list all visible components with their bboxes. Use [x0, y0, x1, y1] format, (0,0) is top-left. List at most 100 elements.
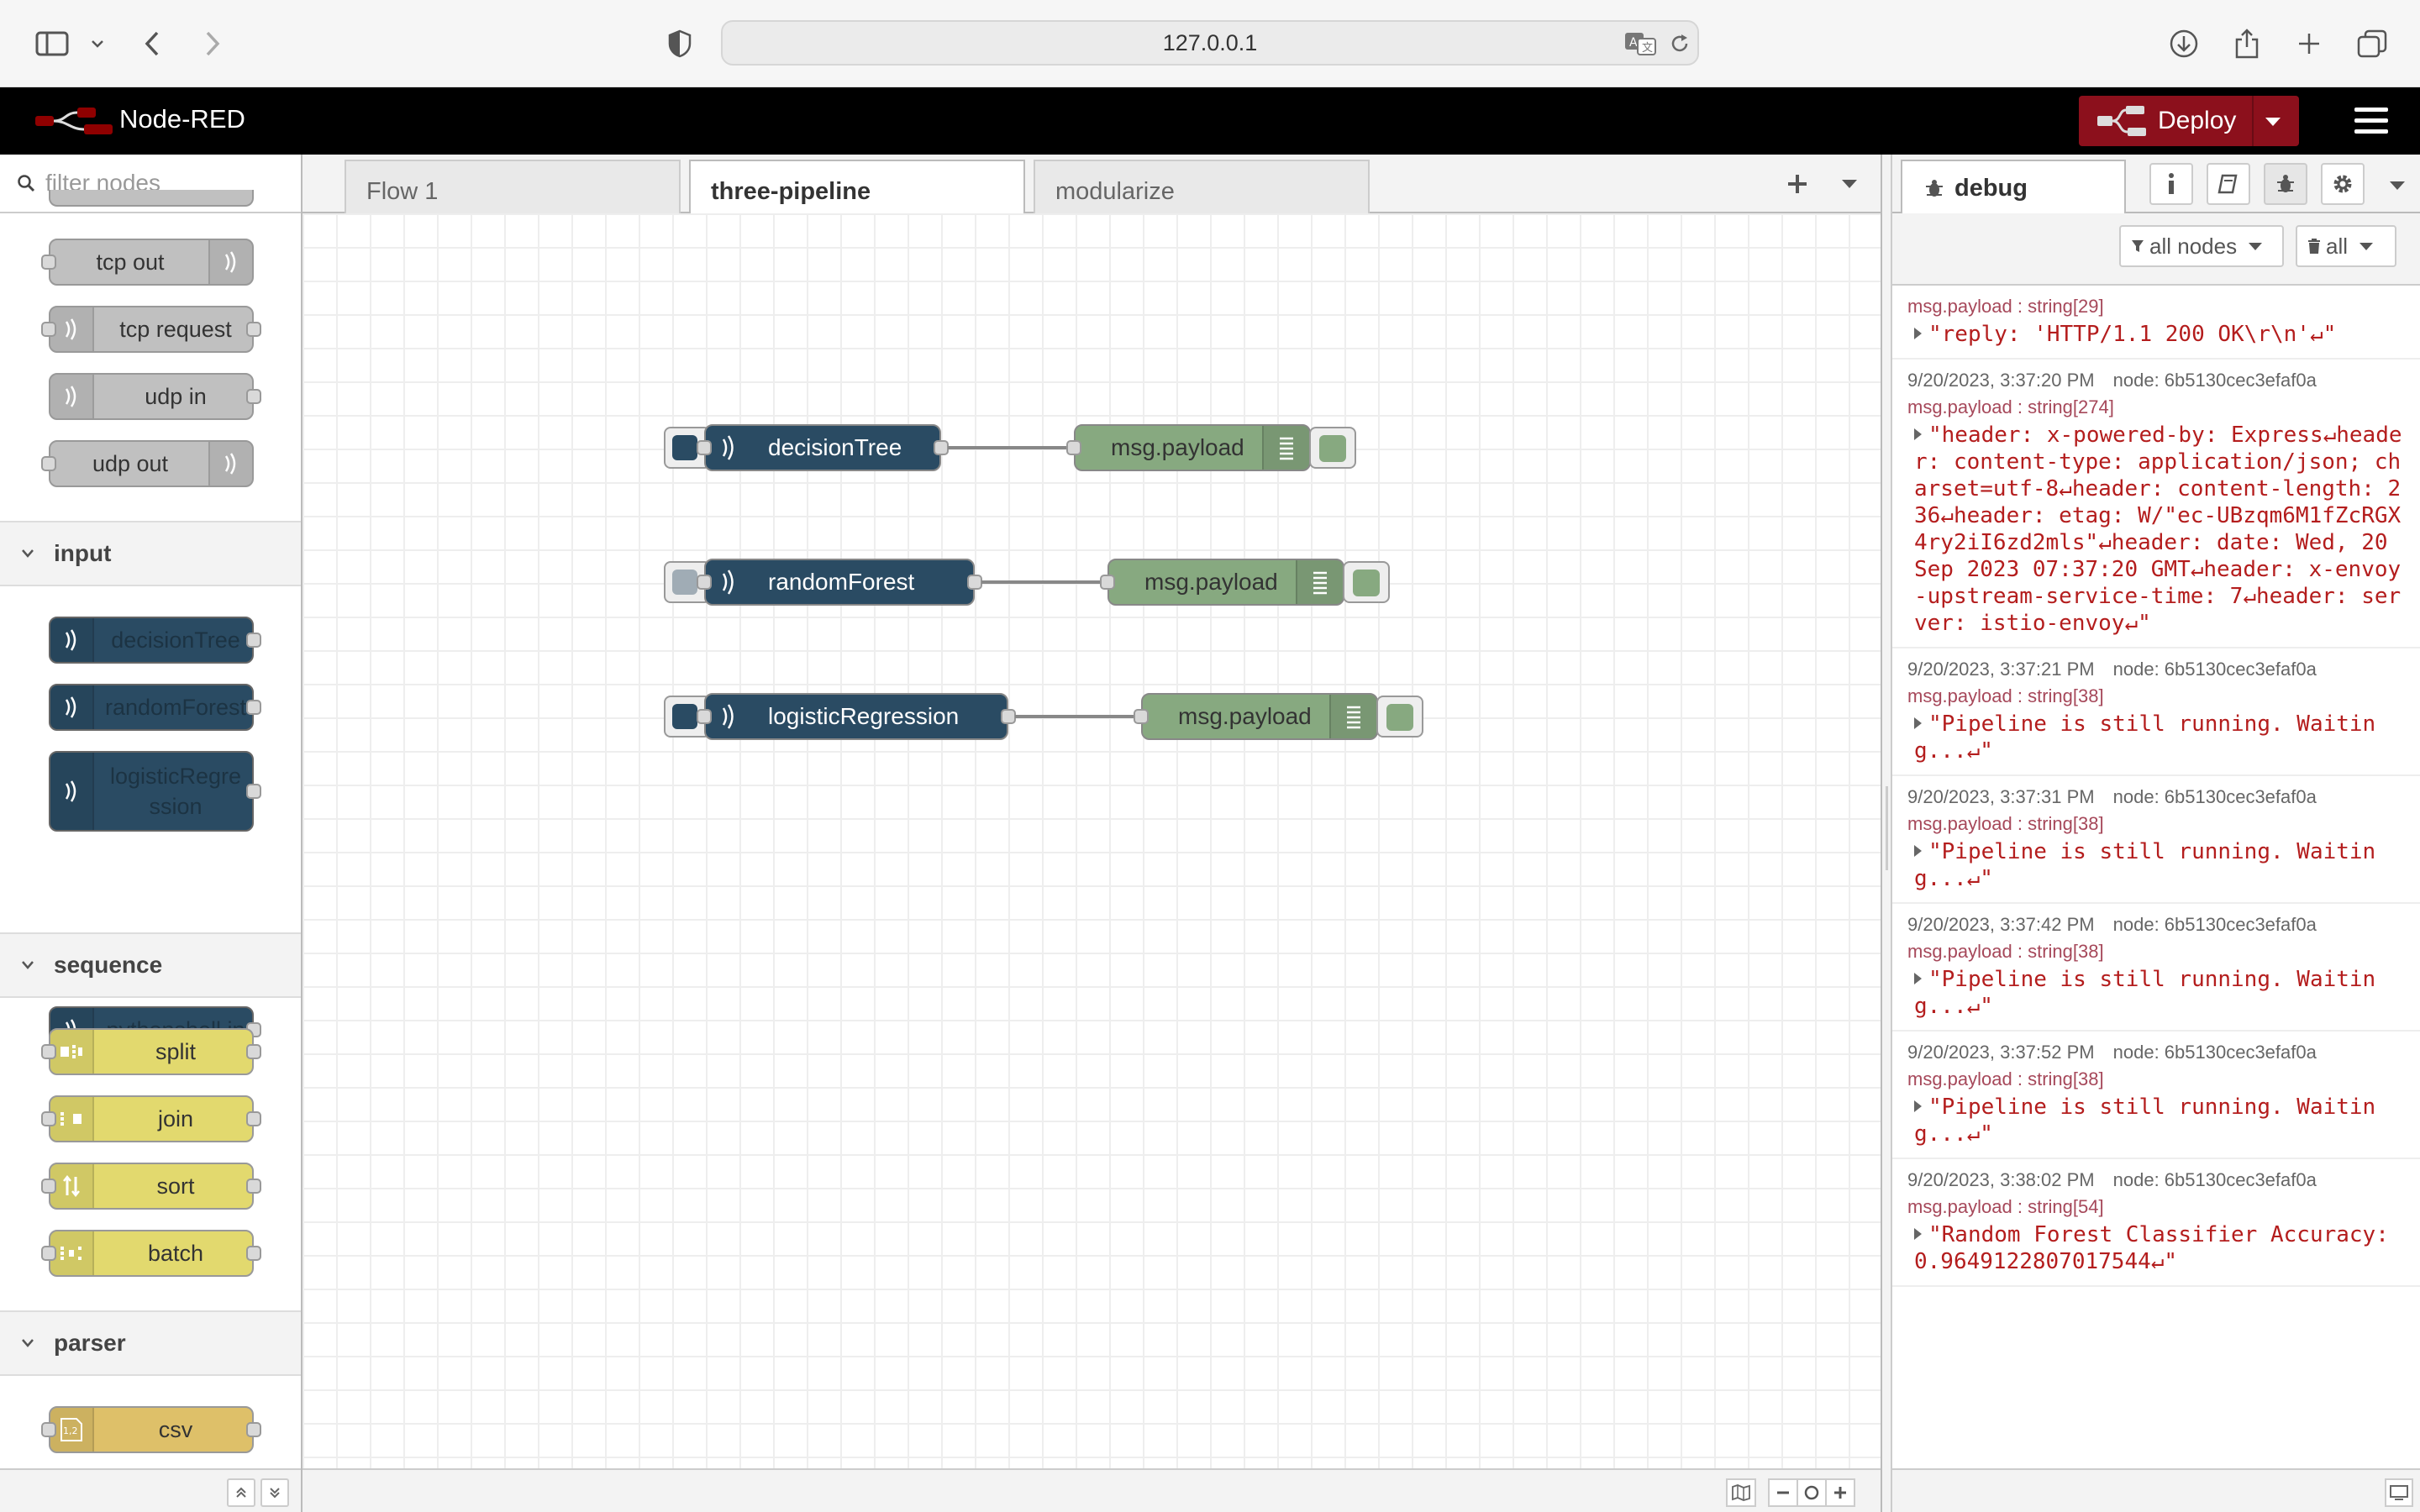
message-node-link[interactable]: node: 6b5130cec3efaf0a	[2113, 914, 2317, 935]
input-port[interactable]	[41, 1246, 56, 1261]
palette-node-udp-in[interactable]: udp in	[49, 373, 261, 420]
debug-message[interactable]: 9/20/2023, 3:37:21 PM node: 6b5130cec3efa…	[1892, 648, 2420, 776]
debug-toggle-button[interactable]	[1309, 427, 1356, 469]
output-port[interactable]	[246, 633, 261, 648]
input-port[interactable]	[41, 1044, 56, 1059]
message-body[interactable]: "header: x-powered-by: Express↵header: c…	[1914, 422, 2405, 637]
message-node-link[interactable]: node: 6b5130cec3efaf0a	[2113, 659, 2317, 680]
palette-node-udp-out[interactable]: udp out	[41, 440, 254, 487]
sidebar-splitter[interactable]	[1881, 155, 1892, 1512]
collapse-all-icon[interactable]	[227, 1478, 255, 1507]
category-sequence-header[interactable]: sequence	[0, 932, 301, 998]
input-port[interactable]	[41, 1111, 56, 1126]
debug-message[interactable]: msg.payload : string[29] "reply: 'HTTP/1…	[1892, 286, 2420, 360]
input-port[interactable]	[41, 322, 56, 337]
debug-message[interactable]: 9/20/2023, 3:38:02 PM node: 6b5130cec3efa…	[1892, 1159, 2420, 1287]
debug-toggle-button[interactable]	[1343, 561, 1390, 603]
palette-node-split[interactable]: split	[41, 1028, 261, 1075]
palette-node-sort[interactable]: sort	[41, 1163, 261, 1210]
help-book-icon[interactable]	[2207, 163, 2250, 205]
output-port[interactable]	[246, 1179, 261, 1194]
input-port[interactable]	[1066, 440, 1081, 455]
info-icon[interactable]	[2149, 163, 2193, 205]
palette-node-randomforest[interactable]: randomForest	[49, 684, 261, 731]
palette-node-csv[interactable]: 1,2 csv	[41, 1406, 261, 1453]
input-port[interactable]	[1100, 575, 1115, 590]
pop-out-icon[interactable]	[2385, 1478, 2413, 1507]
inject-node-logisticregression[interactable]: logisticRegression	[697, 693, 1016, 740]
palette-node-decisiontree[interactable]: decisionTree	[49, 617, 261, 664]
flow-wire[interactable]	[981, 580, 1118, 584]
navigator-map-icon[interactable]	[1726, 1478, 1756, 1507]
input-port[interactable]	[41, 1422, 56, 1437]
tab-overview-icon[interactable]	[2354, 24, 2390, 64]
output-port[interactable]	[246, 1422, 261, 1437]
output-port[interactable]	[246, 784, 261, 799]
output-port[interactable]	[1001, 709, 1016, 724]
palette-node-partial[interactable]	[49, 190, 254, 207]
forward-icon[interactable]	[198, 24, 227, 64]
zoom-out-icon[interactable]	[1768, 1478, 1798, 1507]
expand-all-icon[interactable]	[260, 1478, 289, 1507]
output-port[interactable]	[246, 1044, 261, 1059]
message-body[interactable]: "reply: 'HTTP/1.1 200 OK\r\n'↵"	[1914, 321, 2405, 348]
translate-icon[interactable]: A文	[1623, 24, 1657, 64]
debug-node-msg-payload[interactable]: msg.payload	[1066, 424, 1311, 471]
message-body[interactable]: "Pipeline is still running. Waiting...↵"	[1914, 838, 2405, 892]
message-node-link[interactable]: node: 6b5130cec3efaf0a	[2113, 1169, 2317, 1190]
add-flow-icon[interactable]	[1783, 170, 1812, 198]
new-tab-icon[interactable]	[2292, 24, 2326, 64]
debug-message[interactable]: 9/20/2023, 3:37:31 PM node: 6b5130cec3efa…	[1892, 776, 2420, 904]
clear-messages-dropdown[interactable]: all	[2296, 225, 2396, 267]
flow-list-caret-icon[interactable]	[1842, 180, 1857, 188]
debug-message[interactable]: 9/20/2023, 3:37:42 PM node: 6b5130cec3efa…	[1892, 904, 2420, 1032]
input-port[interactable]	[41, 255, 56, 270]
zoom-in-icon[interactable]	[1825, 1478, 1855, 1507]
output-port[interactable]	[246, 389, 261, 404]
debug-message[interactable]: 9/20/2023, 3:37:52 PM node: 6b5130cec3efa…	[1892, 1032, 2420, 1159]
input-port[interactable]	[1134, 709, 1149, 724]
input-port[interactable]	[41, 456, 56, 471]
tab-three-pipeline[interactable]: three-pipeline	[689, 160, 1025, 215]
message-body[interactable]: "Pipeline is still running. Waiting...↵"	[1914, 711, 2405, 764]
privacy-shield-icon[interactable]	[664, 24, 696, 64]
sidebar-toggle-icon[interactable]	[34, 24, 71, 64]
deploy-options-caret-icon[interactable]	[2265, 118, 2281, 126]
message-node-link[interactable]: node: 6b5130cec3efaf0a	[2113, 370, 2317, 391]
output-port[interactable]	[934, 440, 949, 455]
tab-flow-1[interactable]: Flow 1	[345, 160, 681, 213]
debug-message[interactable]: 9/20/2023, 3:37:20 PM node: 6b5130cec3efa…	[1892, 360, 2420, 648]
share-icon[interactable]	[2230, 24, 2264, 64]
sidebar-menu-caret-icon[interactable]	[2390, 181, 2405, 190]
debug-toggle-button[interactable]	[1376, 696, 1423, 738]
palette-node-batch[interactable]: batch	[41, 1230, 261, 1277]
input-port[interactable]	[41, 1179, 56, 1194]
debug-node-msg-payload[interactable]: msg.payload	[1100, 559, 1344, 606]
message-body[interactable]: "Random Forest Classifier Accuracy: 0.96…	[1914, 1221, 2405, 1275]
category-parser-header[interactable]: parser	[0, 1310, 301, 1376]
config-gear-icon[interactable]	[2321, 163, 2365, 205]
tab-debug[interactable]: debug	[1901, 160, 2126, 215]
message-node-link[interactable]: node: 6b5130cec3efaf0a	[2113, 786, 2317, 807]
back-icon[interactable]	[138, 24, 166, 64]
flow-canvas[interactable]: decisionTree msg.payload randomForest ms…	[302, 213, 1881, 1468]
debug-bug-icon[interactable]	[2264, 163, 2307, 205]
message-body[interactable]: "Pipeline is still running. Waiting...↵"	[1914, 1094, 2405, 1147]
category-input-header[interactable]: input	[0, 521, 301, 586]
chevron-down-icon[interactable]	[87, 24, 108, 64]
palette-node-tcp-out[interactable]: tcp out	[41, 239, 254, 286]
message-body[interactable]: "Pipeline is still running. Waiting...↵"	[1914, 966, 2405, 1020]
output-port[interactable]	[967, 575, 982, 590]
deploy-button[interactable]: Deploy	[2079, 96, 2299, 146]
output-port[interactable]	[246, 1111, 261, 1126]
inject-node-randomforest[interactable]: randomForest	[697, 559, 982, 606]
input-port[interactable]	[697, 709, 712, 724]
palette-node-logisticregression[interactable]: logisticRegre ssion	[49, 751, 261, 832]
filter-nodes-dropdown[interactable]: all nodes	[2119, 225, 2284, 267]
debug-node-msg-payload[interactable]: msg.payload	[1134, 693, 1378, 740]
download-icon[interactable]	[2166, 24, 2202, 64]
flow-wire[interactable]	[1015, 715, 1151, 718]
main-menu-icon[interactable]	[2354, 108, 2388, 136]
output-port[interactable]	[246, 322, 261, 337]
input-port[interactable]	[697, 440, 712, 455]
